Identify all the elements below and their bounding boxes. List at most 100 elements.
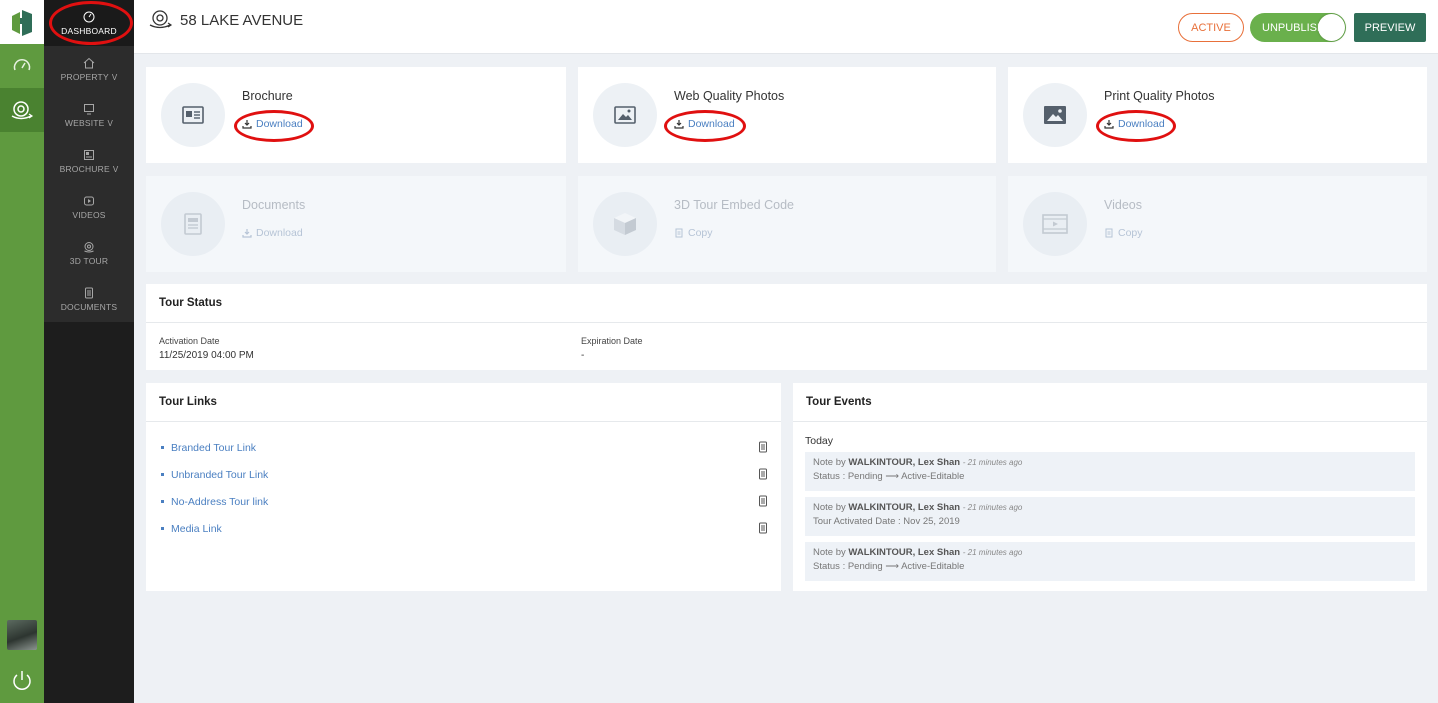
- list-item: Media Link: [159, 515, 768, 542]
- copy-icon[interactable]: [758, 522, 768, 534]
- document-icon: [85, 287, 93, 298]
- download-label: Download: [1118, 118, 1165, 130]
- bullet: [161, 527, 164, 530]
- activation-date-value: 11/25/2019 04:00 PM: [159, 350, 254, 361]
- film-icon: [1042, 214, 1068, 234]
- sidebar-item-label: 3D TOUR: [69, 255, 109, 266]
- event-author: WALKINTOUR, Lex Shan: [848, 547, 961, 558]
- sidebar-item-property[interactable]: PROPERTY v: [44, 46, 134, 92]
- videos-card: Videos Copy: [1008, 176, 1427, 272]
- download-icon: [242, 229, 252, 238]
- embed-code-copy-link[interactable]: Copy: [674, 227, 713, 239]
- copy-label: Copy: [1118, 227, 1143, 239]
- event-day-label: Today: [805, 435, 834, 447]
- tour-links-heading: Tour Links: [146, 383, 781, 422]
- brochure-icon-circle: [161, 83, 225, 147]
- media-link[interactable]: Media Link: [171, 523, 222, 535]
- bullet: [161, 446, 164, 449]
- expiration-date-block: Expiration Date -: [581, 336, 643, 361]
- app-logo[interactable]: [0, 0, 44, 44]
- event-prefix: Note by: [813, 502, 846, 513]
- event-time: - 21 minutes ago: [962, 503, 1023, 512]
- power-icon: [13, 671, 31, 690]
- unpublish-label: UNPUBLISH: [1262, 21, 1325, 34]
- toggle-knob[interactable]: [1318, 14, 1345, 41]
- documents-download-link[interactable]: Download: [242, 227, 303, 239]
- card-title: Brochure: [242, 89, 293, 103]
- event-prefix: Note by: [813, 457, 846, 468]
- download-icon: [1104, 120, 1114, 129]
- event-detail: Status : Pending ⟶ Active-Editable: [813, 561, 965, 572]
- tour-links-list: Branded Tour Link Unbranded Tour Link No…: [146, 422, 781, 542]
- no-address-tour-link[interactable]: No-Address Tour link: [171, 496, 268, 508]
- documents-card: Documents Download: [146, 176, 566, 272]
- unpublish-toggle[interactable]: UNPUBLISH: [1250, 13, 1346, 42]
- download-label: Download: [256, 227, 303, 239]
- tour-events-list: Today Note by WALKINTOUR, Lex Shan - 21 …: [793, 422, 1427, 581]
- download-label: Download: [256, 118, 303, 130]
- user-avatar[interactable]: [7, 620, 37, 650]
- card-title: Videos: [1104, 198, 1142, 212]
- chevron-down-icon: v: [112, 164, 119, 174]
- tour-links-panel: Tour Links Branded Tour Link Unbranded T…: [146, 383, 781, 591]
- event-meta: Note by WALKINTOUR, Lex Shan - 21 minute…: [813, 457, 1407, 468]
- card-title: 3D Tour Embed Code: [674, 198, 794, 212]
- event-detail: Tour Activated Date : Nov 25, 2019: [813, 516, 960, 527]
- print-photos-card: Print Quality Photos Download: [1008, 67, 1427, 163]
- camera-360-icon: [149, 10, 173, 29]
- brochure-download-link[interactable]: Download: [242, 118, 303, 130]
- bullet: [161, 500, 164, 503]
- copy-icon[interactable]: [758, 495, 768, 507]
- gauge-icon: [83, 11, 95, 22]
- home-icon: [83, 57, 95, 68]
- app-rail: [0, 0, 44, 703]
- monitor-icon: [84, 103, 94, 114]
- event-detail: Status : Pending ⟶ Active-Editable: [813, 471, 965, 482]
- copy-icon[interactable]: [758, 468, 768, 480]
- sidebar-item-brochure[interactable]: BROCHURE v: [44, 138, 134, 184]
- sidebar-item-website[interactable]: WEBSITE v: [44, 92, 134, 138]
- sidebar-item-documents[interactable]: DOCUMENTS: [44, 276, 134, 322]
- rail-tour-button[interactable]: [0, 88, 44, 132]
- page-title-text: 58 LAKE AVENUE: [180, 11, 304, 29]
- camera-360-icon: [11, 101, 34, 120]
- copy-icon: [1105, 228, 1113, 238]
- print-photos-icon-circle: [1023, 83, 1087, 147]
- sidebar-item-label: WEBSITE: [64, 117, 105, 128]
- event-item: Note by WALKINTOUR, Lex Shan - 21 minute…: [805, 452, 1415, 491]
- power-button[interactable]: [10, 668, 34, 692]
- sidebar-item-videos[interactable]: VIDEOS: [44, 184, 134, 230]
- sidebar-item-label: DASHBOARD: [61, 25, 117, 36]
- tour-status-panel: Tour Status Activation Date 11/25/2019 0…: [146, 284, 1427, 370]
- print-photos-download-link[interactable]: Download: [1104, 118, 1165, 130]
- videos-copy-link[interactable]: Copy: [1104, 227, 1143, 239]
- copy-icon[interactable]: [758, 441, 768, 453]
- expiration-date-value: -: [581, 350, 585, 361]
- download-icon: [674, 120, 684, 129]
- card-title: Print Quality Photos: [1104, 89, 1215, 103]
- tour-events-heading: Tour Events: [793, 383, 1427, 422]
- event-meta: Note by WALKINTOUR, Lex Shan - 21 minute…: [813, 547, 1407, 558]
- list-item: Branded Tour Link: [159, 434, 768, 461]
- web-photos-download-link[interactable]: Download: [674, 118, 735, 130]
- sidebar-item-dashboard[interactable]: DASHBOARD: [44, 0, 134, 46]
- list-item: Unbranded Tour Link: [159, 461, 768, 488]
- embed-code-card: 3D Tour Embed Code Copy: [578, 176, 996, 272]
- sidebar-item-label: PROPERTY: [60, 71, 109, 82]
- rail-dashboard-button[interactable]: [0, 44, 44, 88]
- branded-tour-link[interactable]: Branded Tour Link: [171, 442, 256, 454]
- documents-icon-circle: [161, 192, 225, 256]
- sidebar-item-3d-tour[interactable]: 3D TOUR: [44, 230, 134, 276]
- tour-status-heading: Tour Status: [146, 284, 1427, 323]
- brochure-card: Brochure Download: [146, 67, 566, 163]
- active-status-button[interactable]: ACTIVE: [1178, 13, 1244, 42]
- unbranded-tour-link[interactable]: Unbranded Tour Link: [171, 469, 268, 481]
- page-title: 58 LAKE AVENUE: [148, 10, 303, 30]
- logo-icon: [12, 10, 32, 36]
- speedometer-icon: [13, 59, 31, 71]
- image-icon: [1044, 106, 1066, 124]
- videos-icon-circle: [1023, 192, 1087, 256]
- list-item: No-Address Tour link: [159, 488, 768, 515]
- preview-button[interactable]: PREVIEW: [1354, 13, 1426, 42]
- sidebar-menu: DASHBOARD PROPERTY v WEBSITE v BROCHURE v V…: [44, 0, 134, 322]
